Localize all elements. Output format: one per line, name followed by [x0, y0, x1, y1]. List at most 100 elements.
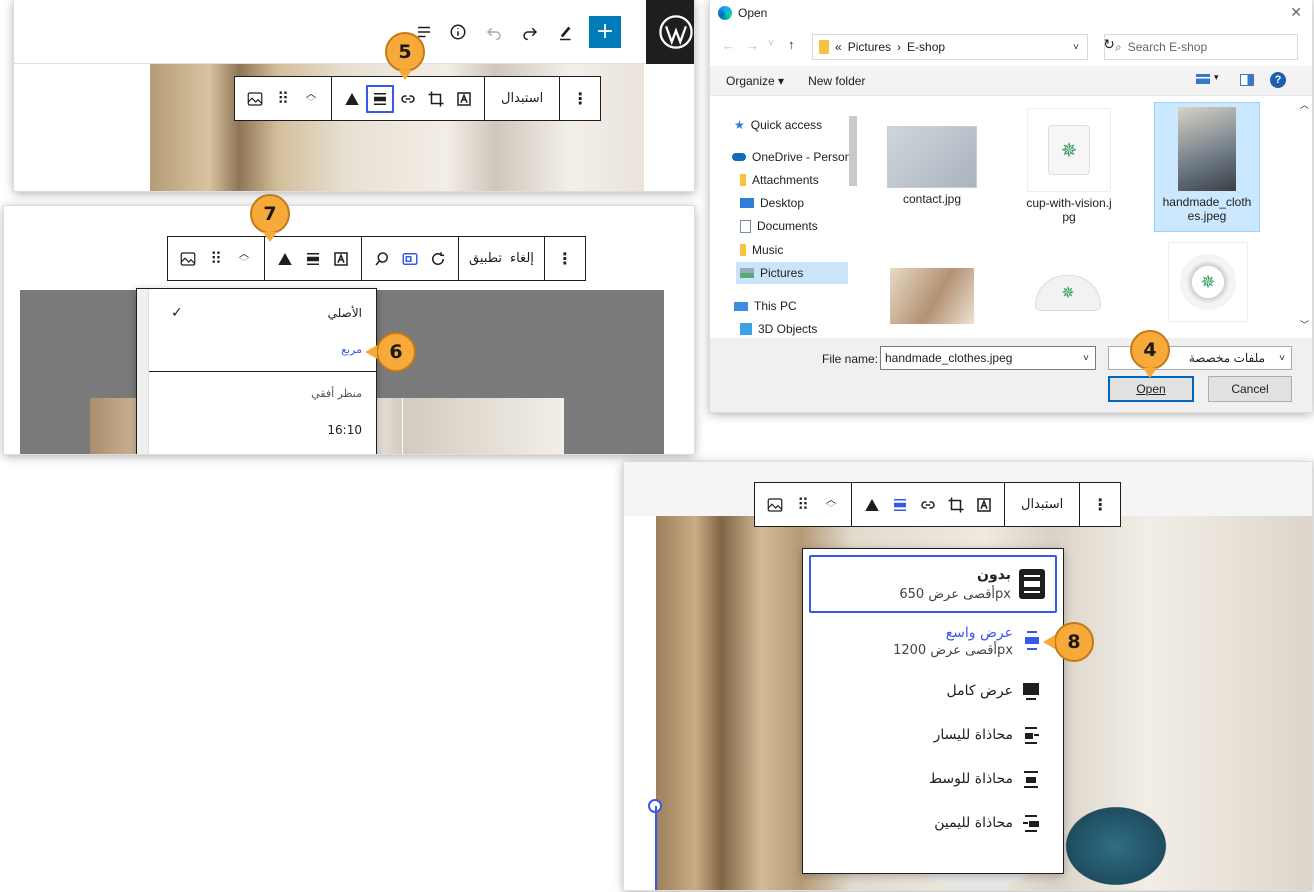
- up-icon[interactable]: ↑: [788, 37, 795, 52]
- drag-handle-icon[interactable]: ⠿: [269, 85, 297, 113]
- aspect-ratio-icon[interactable]: [396, 245, 424, 273]
- dialog-footer: File name: handmade_clothes.jpeg ˅ ملفات…: [710, 338, 1312, 412]
- replace-button[interactable]: استبدال: [1011, 483, 1073, 526]
- star-icon: ★: [734, 118, 745, 132]
- search-input[interactable]: ⌕ Search E-shop: [1104, 34, 1298, 60]
- open-button[interactable]: Open: [1108, 376, 1194, 402]
- align-icon[interactable]: [366, 84, 394, 113]
- duotone-icon[interactable]: [858, 491, 886, 519]
- file-cap[interactable]: ✵: [1026, 256, 1110, 330]
- align-option-right[interactable]: محاذاة لليمين: [809, 807, 1057, 841]
- drag-handle-icon[interactable]: ⠿: [789, 491, 817, 519]
- nav-documents[interactable]: Documents: [740, 219, 818, 233]
- cancel-button[interactable]: Cancel: [1208, 376, 1292, 402]
- preview-pane-icon[interactable]: [1240, 74, 1254, 86]
- nav-quick-access[interactable]: ★ Quick access: [734, 118, 822, 132]
- chevron-down-icon[interactable]: ˅: [1279, 353, 1285, 364]
- zoom-icon[interactable]: [368, 245, 396, 273]
- file-sewing[interactable]: [890, 268, 974, 324]
- align-option-wide[interactable]: عرض واسع أقصى عرض 1200px: [809, 621, 1057, 669]
- align-icon[interactable]: [886, 491, 914, 519]
- move-up-down-icon[interactable]: ︿ ﹀: [817, 491, 845, 519]
- forward-icon[interactable]: →: [746, 38, 759, 53]
- text-overlay-icon[interactable]: [970, 491, 998, 519]
- duotone-icon[interactable]: [271, 245, 299, 273]
- chevron-down-icon[interactable]: ˅: [1073, 42, 1079, 53]
- wordpress-logo[interactable]: [646, 0, 694, 64]
- back-icon[interactable]: ←: [722, 38, 735, 53]
- recent-chevron-icon[interactable]: ˅: [768, 38, 774, 49]
- breadcrumb-eshop[interactable]: E-shop: [907, 40, 945, 54]
- nav-scrollbar[interactable]: [846, 96, 860, 338]
- rotate-icon[interactable]: [424, 245, 452, 273]
- image-block-icon[interactable]: [174, 245, 202, 273]
- nav-scroll-thumb[interactable]: [849, 116, 857, 186]
- toolbar-group-replace: استبدال: [485, 77, 561, 120]
- aspect-option-16-10[interactable]: 16:10: [151, 423, 362, 437]
- file-badge-button[interactable]: ✵: [1168, 242, 1248, 322]
- text-overlay-icon[interactable]: [450, 85, 478, 113]
- computer-icon: [734, 301, 748, 311]
- nav-onedrive[interactable]: OneDrive - Person: [732, 150, 851, 164]
- breadcrumb[interactable]: « Pictures › E-shop ˅: [812, 34, 1088, 60]
- move-up-down-icon[interactable]: ︿ ﹀: [230, 245, 258, 273]
- crop-icon[interactable]: [422, 85, 450, 113]
- scroll-up-icon[interactable]: ︿: [1300, 98, 1309, 111]
- nav-pictures[interactable]: Pictures: [736, 262, 848, 284]
- move-up-down-icon[interactable]: ︿ ﹀: [297, 85, 325, 113]
- view-options-icon[interactable]: [1196, 74, 1210, 84]
- breadcrumb-pictures[interactable]: Pictures: [848, 40, 891, 54]
- plus-icon: +: [595, 19, 615, 44]
- more-options-icon[interactable]: ⋮: [1086, 491, 1114, 519]
- info-icon[interactable]: [444, 18, 472, 46]
- nav-music[interactable]: Music: [740, 243, 783, 257]
- view-chevron-icon[interactable]: ▾: [1214, 72, 1219, 83]
- link-icon[interactable]: [394, 85, 422, 113]
- add-block-button[interactable]: +: [589, 16, 621, 48]
- image-block-icon[interactable]: [241, 85, 269, 113]
- nav-attachments[interactable]: Attachments: [740, 173, 819, 187]
- more-options-icon[interactable]: ⋮: [566, 85, 594, 113]
- nav-3d-objects[interactable]: 3D Objects: [740, 322, 817, 336]
- aspect-option-square[interactable]: مربع: [151, 343, 362, 356]
- align-option-full[interactable]: عرض كامل: [809, 675, 1057, 709]
- apply-button[interactable]: تطبيق: [465, 237, 506, 280]
- organize-button[interactable]: Organize ▾: [726, 74, 784, 88]
- replace-button[interactable]: استبدال: [491, 77, 553, 120]
- file-cup[interactable]: ✵ cup-with-vision.j pg: [1014, 108, 1124, 224]
- align-option-center[interactable]: محاذاة للوسط: [809, 763, 1057, 797]
- file-contact[interactable]: contact.jpg: [882, 126, 982, 206]
- align-option-none[interactable]: بدون أقصى عرض 650px: [809, 555, 1057, 613]
- image-block-icon[interactable]: [761, 491, 789, 519]
- align-icon[interactable]: [299, 245, 327, 273]
- nav-this-pc[interactable]: This PC: [734, 299, 797, 313]
- close-icon[interactable]: ✕: [1290, 4, 1302, 21]
- file-handmade-selected[interactable]: handmade_cloth es.jpeg: [1154, 102, 1260, 232]
- duotone-icon[interactable]: [338, 85, 366, 113]
- nav-desktop[interactable]: Desktop: [740, 196, 804, 210]
- crop-toolbar-group-crop: [362, 237, 459, 280]
- badge-pointer-7: [263, 232, 277, 242]
- more-options-icon[interactable]: ⋮: [551, 245, 579, 273]
- wordpress-icon: [659, 15, 693, 49]
- file-scrollbar[interactable]: ︿ ﹀: [1298, 96, 1312, 338]
- pencil-icon[interactable]: [552, 18, 580, 46]
- crop-toolbar-group-more: ⋮: [545, 237, 585, 280]
- cancel-crop-button[interactable]: إلغاء: [506, 237, 538, 280]
- drag-handle-icon[interactable]: ⠿: [202, 245, 230, 273]
- filename-field[interactable]: handmade_clothes.jpeg ˅: [880, 346, 1096, 370]
- link-icon[interactable]: [914, 491, 942, 519]
- aspect-option-original[interactable]: ✓ الأصلي: [151, 305, 362, 321]
- chevron-right-icon: ›: [897, 40, 902, 54]
- file-view: contact.jpg ✵ cup-with-vision.j pg handm…: [862, 96, 1312, 338]
- new-folder-button[interactable]: New folder: [808, 74, 865, 88]
- crop-icon[interactable]: [942, 491, 970, 519]
- menu-scrollbar[interactable]: [137, 289, 149, 454]
- undo-icon[interactable]: [480, 18, 508, 46]
- align-option-left[interactable]: محاذاة لليسار: [809, 719, 1057, 753]
- help-icon[interactable]: ?: [1270, 72, 1286, 88]
- redo-icon[interactable]: [516, 18, 544, 46]
- text-overlay-icon[interactable]: [327, 245, 355, 273]
- chevron-down-icon[interactable]: ˅: [1083, 353, 1089, 364]
- scroll-down-icon[interactable]: ﹀: [1300, 318, 1309, 331]
